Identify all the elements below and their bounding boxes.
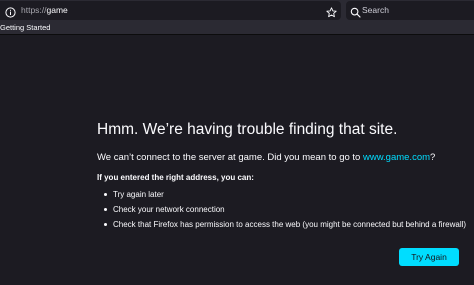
error-page: Hmm. We’re having trouble finding that s… <box>0 35 474 285</box>
url-bar[interactable]: https://game <box>0 1 341 20</box>
suggestion-text: Try again later <box>113 190 164 199</box>
search-bar[interactable]: Search <box>346 1 474 20</box>
error-description: We can’t connect to the server at game. … <box>97 151 435 164</box>
suggestions-list: Try again later Check your network conne… <box>97 189 466 234</box>
suggestions-heading: If you entered the right address, you ca… <box>97 173 254 182</box>
bullet-icon <box>104 208 107 211</box>
search-icon <box>350 5 361 18</box>
bookmark-getting-started[interactable]: Getting Started <box>0 23 50 33</box>
browser-toolbar: https://game Search <box>0 0 474 21</box>
list-item: Try again later <box>97 189 466 204</box>
error-description-text: We can’t connect to the server at game. … <box>97 152 363 163</box>
url-scheme: https:// <box>21 5 47 15</box>
page-title: Hmm. We’re having trouble finding that s… <box>97 121 398 138</box>
suggestion-text: Check that Firefox has permission to acc… <box>113 220 467 229</box>
bullet-icon <box>104 223 107 226</box>
bookmarks-toolbar: Getting Started <box>0 21 474 35</box>
url-host: game <box>46 5 68 15</box>
list-item: Check that Firefox has permission to acc… <box>97 219 466 234</box>
list-item: Check your network connection <box>97 204 466 219</box>
info-icon[interactable] <box>5 5 16 18</box>
suggestion-link[interactable]: www.game.com <box>363 152 430 163</box>
bullet-icon <box>104 193 107 196</box>
search-placeholder: Search <box>362 5 389 15</box>
error-description-end: ? <box>430 152 436 163</box>
url-text[interactable]: https://game <box>21 4 68 16</box>
suggestion-text: Check your network connection <box>113 205 225 214</box>
try-again-button[interactable]: Try Again <box>399 248 459 266</box>
star-icon[interactable] <box>326 5 337 18</box>
